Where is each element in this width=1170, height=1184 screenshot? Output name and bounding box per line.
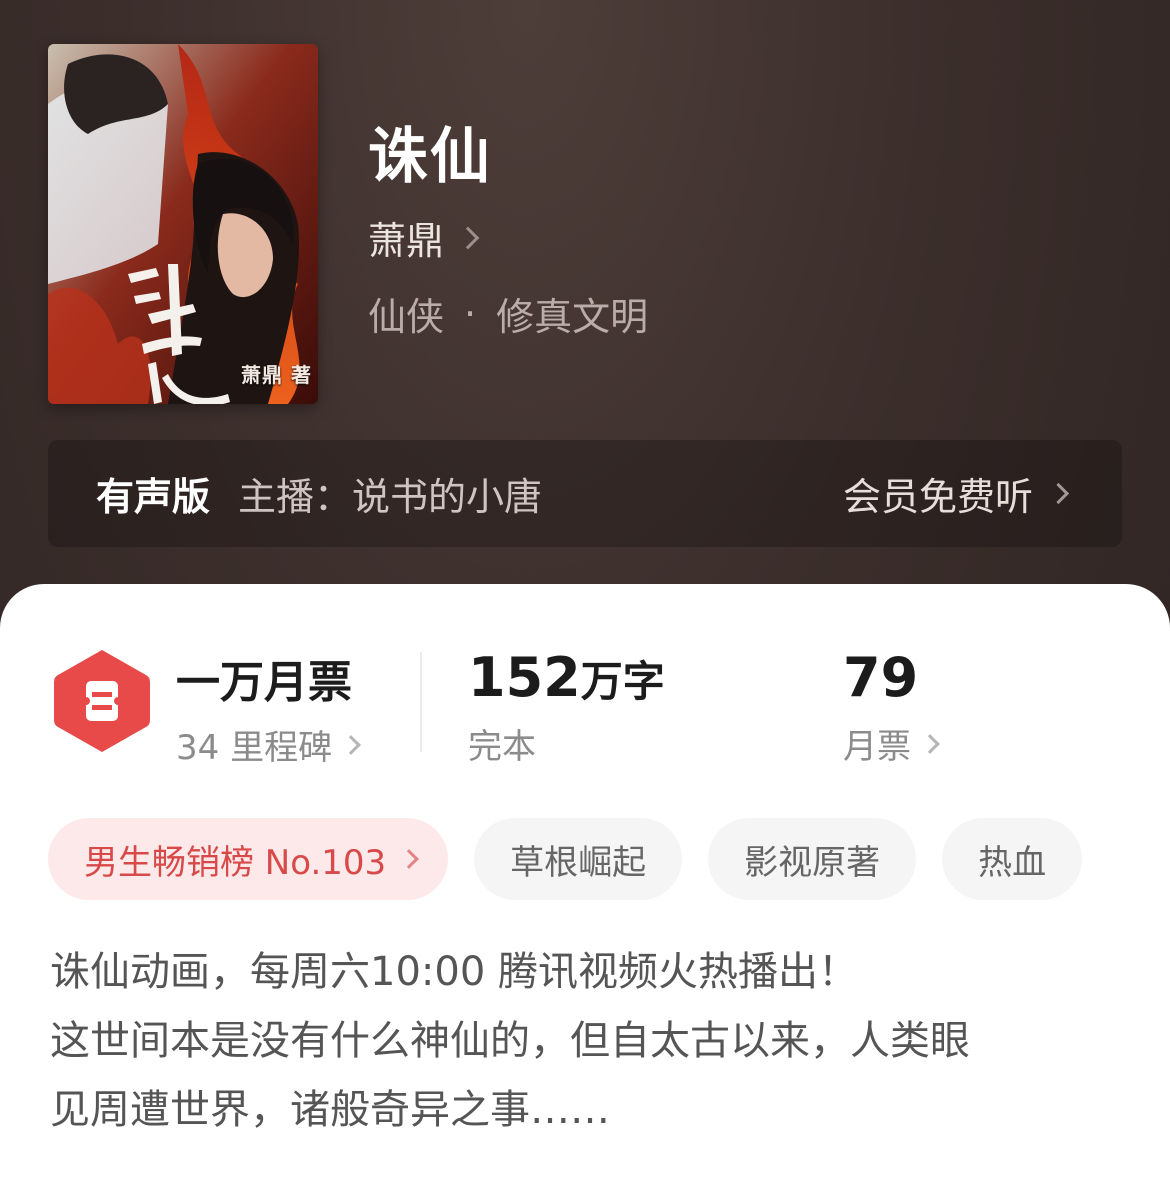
audio-host-label: 主播：说书的小唐	[238, 475, 543, 519]
tag-list: 男生畅销榜 No.103 草根崛起 影视原著 热血	[48, 818, 1108, 900]
tag-label: 热血	[978, 842, 1047, 883]
word-count-unit: 万字	[580, 657, 665, 706]
tag-bestseller-rank[interactable]: 男生畅销榜 No.103	[48, 818, 449, 900]
word-count-stat: 152万字 完本	[468, 646, 665, 768]
chevron-right-icon	[341, 734, 361, 755]
stats-row: 一万月票 34 里程碑 152万字 完本 79 月票	[0, 644, 1170, 768]
completion-status: 完本	[468, 719, 665, 768]
genre-row: 仙侠 · 修真文明	[368, 286, 648, 341]
completion-status-label: 完本	[468, 727, 536, 767]
book-info-card: 一万月票 34 里程碑 152万字 完本 79 月票 男生畅销榜 No.103 …	[0, 584, 1170, 1184]
tag-hot-blood[interactable]: 热血	[942, 818, 1083, 900]
description-line: 诛仙动画，每周六10:00 腾讯视频火热播出！	[50, 949, 858, 995]
tag-grassroots[interactable]: 草根崛起	[474, 818, 683, 900]
author-name: 萧鼎	[368, 219, 445, 263]
tag-label: 男生畅销榜 No.103	[84, 842, 387, 883]
tag-label: 影视原著	[744, 842, 881, 883]
book-header: 萧鼎 著 诛仙 萧鼎 仙侠 · 修真文明 有声版 主播：说书的小唐 会员免费听	[0, 0, 1170, 600]
book-title: 诛仙	[368, 122, 492, 192]
chevron-right-icon	[1047, 482, 1070, 505]
monthly-ticket-stat[interactable]: 79 月票	[843, 646, 940, 768]
chevron-right-icon	[456, 226, 480, 249]
audio-version-bar[interactable]: 有声版 主播：说书的小唐 会员免费听	[48, 440, 1122, 547]
tag-label: 草根崛起	[510, 842, 647, 883]
chevron-right-icon	[399, 849, 420, 869]
book-cover-illustration-icon	[48, 44, 318, 404]
monthly-ticket-label: 月票	[843, 727, 911, 767]
book-description[interactable]: 诛仙动画，每周六10:00 腾讯视频火热播出！ 这世间本是没有什么神仙的，但自太…	[50, 938, 1130, 1145]
chevron-right-icon	[920, 733, 940, 754]
author-link[interactable]: 萧鼎	[368, 210, 480, 265]
stats-divider	[420, 652, 422, 752]
monthly-ticket-milestone[interactable]: 一万月票 34 里程碑	[176, 646, 361, 769]
member-free-listen-button[interactable]: 会员免费听	[842, 466, 1070, 521]
cover-author-credit: 萧鼎 著	[241, 363, 312, 387]
monthly-ticket-value-row: 79	[843, 646, 937, 709]
ticket-icon	[54, 650, 150, 752]
milestone-count: 34 里程碑	[176, 728, 333, 768]
word-count-number: 152	[468, 646, 581, 709]
milestone-count-row: 34 里程碑	[176, 720, 361, 769]
description-line: 这世间本是没有什么神仙的，但自太古以来，人类眼	[50, 1018, 970, 1064]
monthly-ticket-label-row: 月票	[843, 719, 940, 768]
description-line: 见周遭世界，诸般奇异之事……	[50, 1087, 610, 1133]
ticket-milestone-title: 一万月票	[176, 657, 352, 708]
audio-version-label: 有声版	[96, 475, 211, 519]
subgenre-label: 修真文明	[496, 295, 649, 339]
book-cover[interactable]: 萧鼎 著	[48, 44, 318, 404]
tag-film-source[interactable]: 影视原著	[708, 818, 917, 900]
word-count-row: 152万字	[468, 646, 665, 709]
genre-label: 仙侠	[368, 295, 445, 339]
genre-separator: ·	[464, 291, 477, 336]
monthly-ticket-value: 79	[843, 646, 919, 709]
member-free-listen-label: 会员免费听	[842, 475, 1033, 519]
